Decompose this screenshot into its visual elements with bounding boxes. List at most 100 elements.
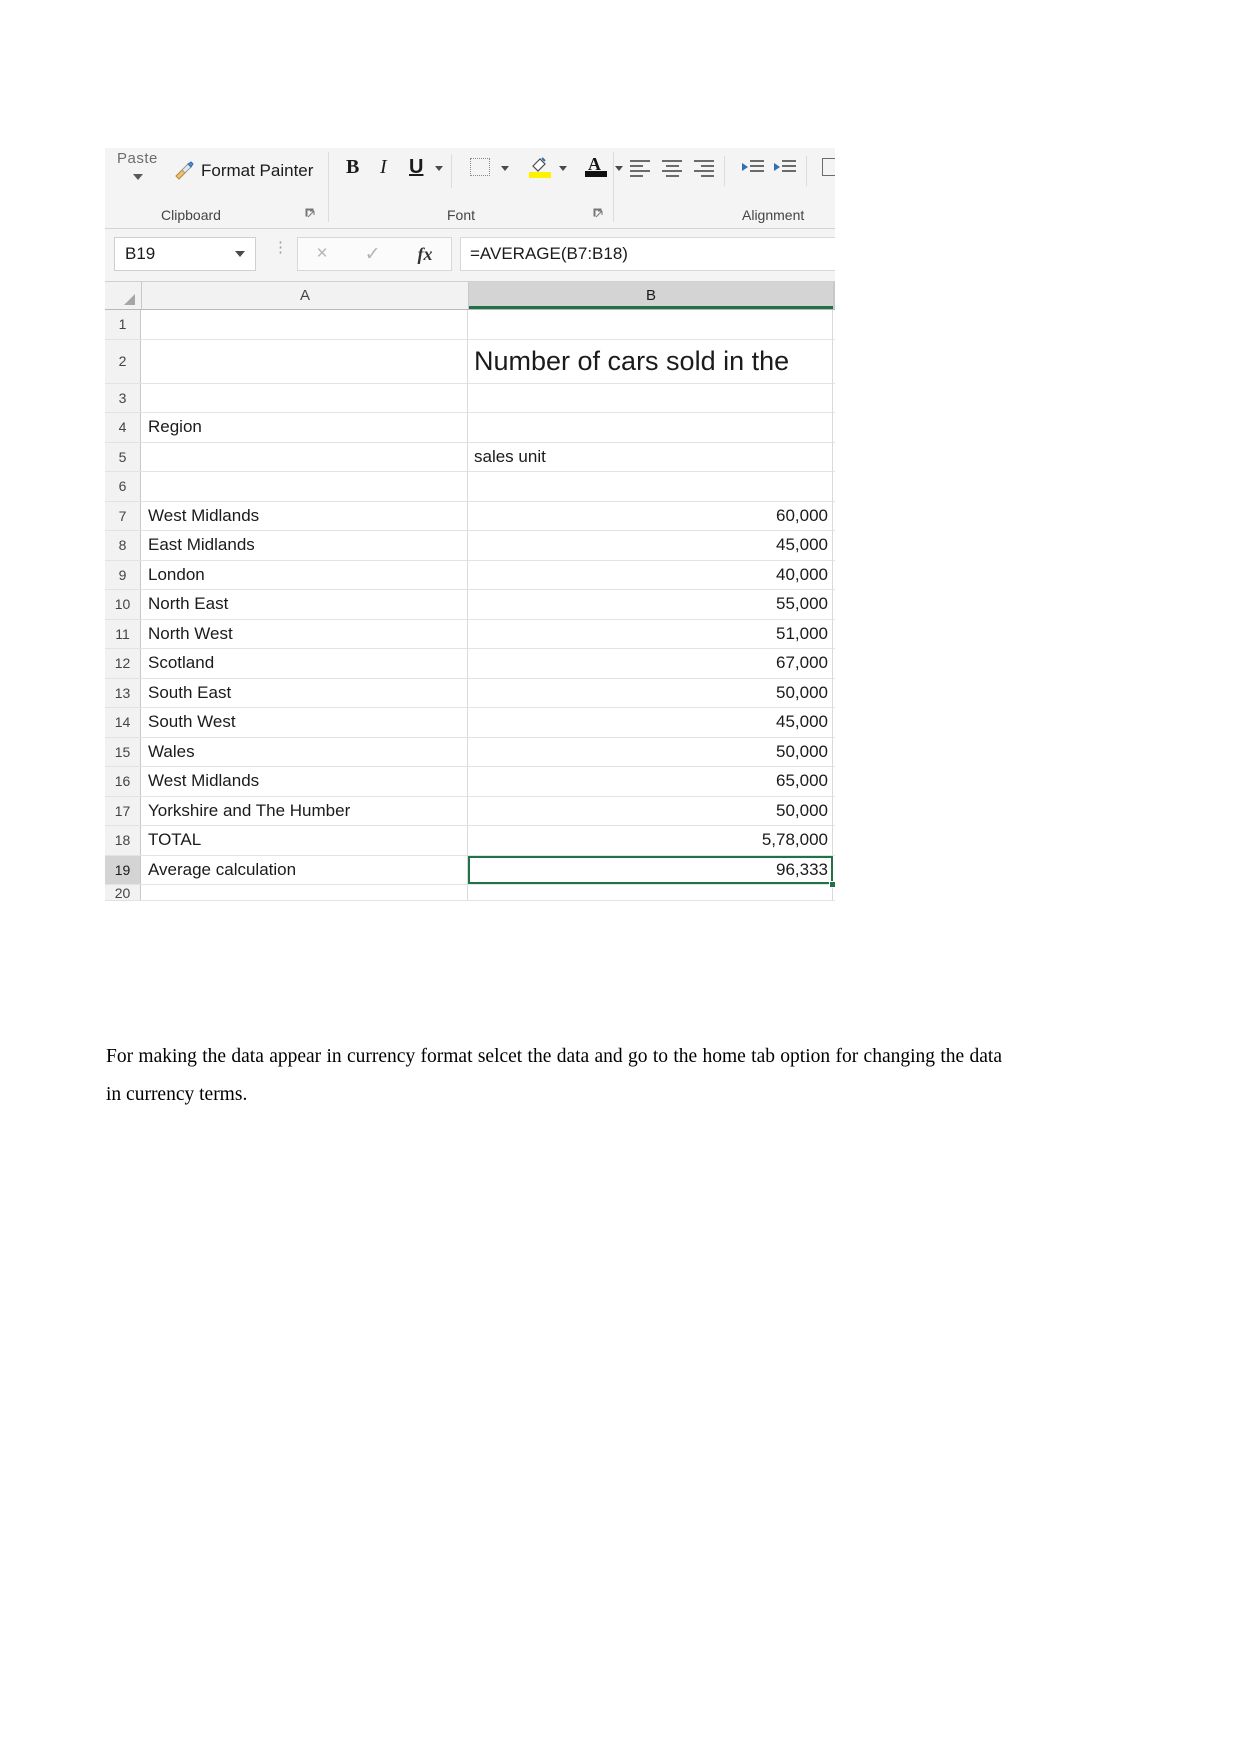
- italic-button[interactable]: I: [380, 156, 387, 179]
- cell-b2[interactable]: Number of cars sold in the: [468, 339, 833, 383]
- font-color-icon[interactable]: A: [585, 155, 607, 180]
- format-painter-button[interactable]: Format Painter: [173, 160, 313, 182]
- cell-c10[interactable]: [833, 590, 835, 619]
- row-header[interactable]: 1: [105, 310, 141, 339]
- cell-c17[interactable]: [833, 797, 835, 826]
- cell-c19[interactable]: [833, 856, 835, 885]
- cell-b3[interactable]: [468, 383, 833, 412]
- row-header[interactable]: 17: [105, 796, 141, 825]
- cell-c9[interactable]: [833, 561, 835, 590]
- insert-function-icon[interactable]: fx: [417, 244, 432, 265]
- cell-c13[interactable]: [833, 679, 835, 708]
- decrease-indent-icon[interactable]: [742, 160, 764, 176]
- row-header[interactable]: 12: [105, 649, 141, 678]
- row-header[interactable]: 16: [105, 767, 141, 796]
- cell-a18[interactable]: TOTAL: [141, 826, 468, 855]
- cell-a4[interactable]: Region: [141, 413, 468, 442]
- row-header[interactable]: 14: [105, 708, 141, 737]
- formula-input[interactable]: =AVERAGE(B7:B18): [460, 237, 835, 271]
- cell-a10[interactable]: North East: [141, 590, 468, 619]
- cell-c12[interactable]: [833, 649, 835, 678]
- cell-b18[interactable]: 5,78,000: [468, 826, 833, 855]
- borders-dropdown-caret-icon[interactable]: [501, 166, 509, 171]
- underline-dropdown-caret-icon[interactable]: [435, 166, 443, 171]
- font-dialog-launcher-icon[interactable]: [593, 208, 604, 222]
- align-left-icon[interactable]: [630, 160, 650, 177]
- cell-b5[interactable]: sales unit: [468, 442, 833, 471]
- column-header-b[interactable]: B: [469, 282, 834, 309]
- cell-b13[interactable]: 50,000: [468, 678, 833, 707]
- cell-a7[interactable]: West Midlands: [141, 501, 468, 530]
- paste-dropdown-caret-icon[interactable]: [133, 174, 143, 180]
- row-header[interactable]: 19: [105, 855, 141, 884]
- cell-a1[interactable]: [141, 310, 468, 339]
- wrap-text-icon[interactable]: [822, 158, 835, 176]
- cell-b7[interactable]: 60,000: [468, 501, 833, 530]
- cell-a19[interactable]: Average calculation: [141, 855, 468, 884]
- row-header[interactable]: 4: [105, 413, 141, 442]
- cell-a9[interactable]: London: [141, 560, 468, 589]
- cell-c11[interactable]: [833, 620, 835, 649]
- bold-button[interactable]: B: [346, 156, 359, 179]
- cell-c6[interactable]: [833, 472, 835, 501]
- row-header[interactable]: 10: [105, 590, 141, 619]
- cell-b16[interactable]: 65,000: [468, 767, 833, 796]
- cell-b1[interactable]: [468, 310, 833, 339]
- cell-a8[interactable]: East Midlands: [141, 531, 468, 560]
- cell-b10[interactable]: 55,000: [468, 590, 833, 619]
- cell-a6[interactable]: [141, 472, 468, 501]
- cell-b12[interactable]: 67,000: [468, 649, 833, 678]
- cell-b17[interactable]: 50,000: [468, 796, 833, 825]
- cell-b6[interactable]: [468, 472, 833, 501]
- cell-a20[interactable]: [141, 885, 468, 900]
- cell-a11[interactable]: North West: [141, 619, 468, 648]
- cell-c1[interactable]: [833, 310, 835, 339]
- cell-b11[interactable]: 51,000: [468, 619, 833, 648]
- fill-color-icon[interactable]: [529, 156, 551, 180]
- row-header[interactable]: 6: [105, 472, 141, 501]
- row-header[interactable]: 11: [105, 619, 141, 648]
- cell-c4[interactable]: [833, 413, 835, 442]
- increase-indent-icon[interactable]: [774, 160, 796, 176]
- cell-b4[interactable]: [468, 413, 833, 442]
- cell-a5[interactable]: [141, 442, 468, 471]
- row-header[interactable]: 18: [105, 826, 141, 855]
- cancel-icon[interactable]: ×: [316, 243, 327, 265]
- row-header[interactable]: 7: [105, 501, 141, 530]
- cell-c8[interactable]: [833, 531, 835, 560]
- underline-button[interactable]: U: [409, 156, 423, 179]
- row-header[interactable]: 20: [105, 885, 141, 900]
- clipboard-dialog-launcher-icon[interactable]: [305, 208, 316, 222]
- cell-c7[interactable]: [833, 502, 835, 531]
- select-all-corner[interactable]: [105, 282, 142, 309]
- row-header[interactable]: 9: [105, 560, 141, 589]
- cell-b9[interactable]: 40,000: [468, 560, 833, 589]
- row-header[interactable]: 3: [105, 383, 141, 412]
- borders-icon[interactable]: [470, 158, 490, 176]
- cell-c16[interactable]: [833, 767, 835, 796]
- cell-b19-selected[interactable]: 96,333: [468, 855, 835, 888]
- row-header[interactable]: 2: [105, 339, 141, 383]
- row-header[interactable]: 8: [105, 531, 141, 560]
- row-header[interactable]: 15: [105, 737, 141, 766]
- column-header-c[interactable]: [834, 282, 835, 309]
- cell-a17[interactable]: Yorkshire and The Humber: [141, 796, 468, 825]
- cell-c14[interactable]: [833, 708, 835, 737]
- column-header-a[interactable]: A: [142, 282, 469, 309]
- cell-c18[interactable]: [833, 826, 835, 855]
- cell-a13[interactable]: South East: [141, 678, 468, 707]
- name-box[interactable]: B19: [114, 237, 256, 271]
- cell-a14[interactable]: South West: [141, 708, 468, 737]
- cell-b20[interactable]: [468, 885, 833, 900]
- cell-c3[interactable]: [833, 384, 835, 413]
- row-header[interactable]: 13: [105, 678, 141, 707]
- fill-color-dropdown-caret-icon[interactable]: [559, 166, 567, 171]
- cell-a3[interactable]: [141, 383, 468, 412]
- cell-a16[interactable]: West Midlands: [141, 767, 468, 796]
- cell-b14[interactable]: 45,000: [468, 708, 833, 737]
- paste-button-label[interactable]: Paste: [117, 150, 158, 167]
- cell-c5[interactable]: [833, 443, 835, 472]
- align-center-icon[interactable]: [662, 160, 682, 177]
- cell-a12[interactable]: Scotland: [141, 649, 468, 678]
- cell-a2[interactable]: [141, 339, 468, 383]
